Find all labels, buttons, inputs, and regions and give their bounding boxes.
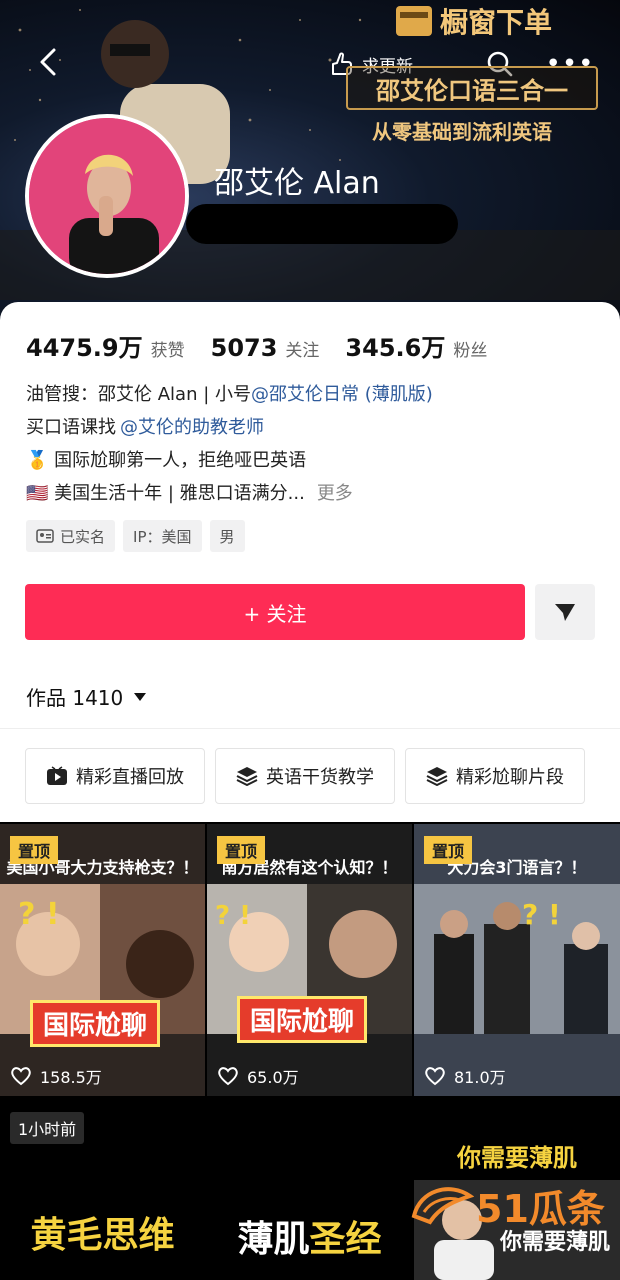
avatar[interactable] (25, 114, 189, 278)
video-5-cover-text-b: 圣经 (309, 1219, 382, 1260)
stat-following[interactable]: 5073 关注 (211, 334, 320, 362)
video-2-cover-text: 国际尬聊 (237, 996, 368, 1043)
display-name: 邵艾伦 Alan (214, 166, 380, 201)
video-2-likes: 65.0万 (217, 1064, 299, 1088)
bio-line-4: 🇺🇸 美国生活十年 | 雅思口语满分... 更多 (26, 477, 596, 510)
tag-verified[interactable]: 已实名 (26, 520, 116, 552)
stat-followers-label: 粉丝 (453, 341, 488, 361)
heart-icon (11, 1067, 31, 1086)
collection-chips: 精彩直播回放 英语干货教学 精彩尬聊片段 (25, 748, 585, 804)
svg-text:? !: ? ! (215, 901, 251, 931)
pinned-badge: 置顶 (10, 836, 59, 864)
video-tile-3[interactable]: ? ! 置顶 大力会3门语言？！ 81.0万 (414, 824, 620, 1096)
divider (0, 728, 620, 729)
collection-live-replay-label: 精彩直播回放 (76, 767, 184, 788)
pinned-badge: 置顶 (424, 836, 473, 864)
heart-icon (425, 1067, 445, 1086)
bio-line-4-text: 🇺🇸 美国生活十年 | 雅思口语满分... (26, 483, 305, 504)
svg-text:? !: ? ! (522, 898, 561, 931)
tv-play-icon (47, 766, 67, 785)
collection-chat-clips-label: 精彩尬聊片段 (456, 767, 564, 788)
bio-assistant-link[interactable]: @艾伦的助教老师 (120, 411, 264, 444)
tag-verified-label: 已实名 (60, 527, 106, 546)
video-1-cover-text: 国际尬聊 (30, 1000, 161, 1047)
stat-following-value: 5073 (210, 334, 278, 362)
layers-icon (236, 767, 258, 786)
id-card-icon (36, 529, 54, 543)
profile-banner: 橱窗下单 求更新 ••• 邵艾伦口语三合一 从零基础到流利英语 邵艾伦 Alan (0, 0, 620, 330)
stat-likes[interactable]: 4475.9万 获赞 (26, 328, 185, 363)
bio-alt-account-link[interactable]: @邵艾伦日常 (薄肌版) (251, 378, 433, 411)
collection-english-tips-label: 英语干货教学 (266, 767, 374, 788)
layers-icon (426, 767, 448, 786)
stat-followers[interactable]: 345.6万 粉丝 (345, 328, 487, 363)
video-3-likes: 81.0万 (424, 1064, 506, 1088)
works-label: 作品 1410 (26, 686, 124, 710)
chevron-left-icon (40, 48, 56, 76)
bio-more-link[interactable]: 更多 (317, 477, 353, 510)
back-button[interactable] (28, 42, 68, 82)
course-banner-title: 邵艾伦口语三合一 (346, 66, 598, 110)
works-selector[interactable]: 作品 1410 (26, 682, 147, 711)
video-tile-1[interactable]: ? ! 置顶 美国小哥大力支持枪支？！ 国际尬聊 158.5万 (0, 824, 205, 1096)
follow-button[interactable]: + 关注 (25, 584, 525, 640)
collection-chat-clips[interactable]: 精彩尬聊片段 (405, 748, 585, 804)
video-2-likes-count: 65.0万 (247, 1068, 299, 1087)
profile-card: 4475.9万 获赞 5073 关注 345.6万 粉丝 油管搜：邵艾伦 Ala… (0, 302, 620, 822)
heart-icon (218, 1067, 238, 1086)
pinned-badge: 置顶 (217, 836, 266, 864)
video-5-cover-text-a: 薄肌 (237, 1219, 310, 1260)
shop-icon (396, 6, 432, 36)
stat-followers-value: 345.6万 (345, 334, 446, 362)
video-1-likes: 158.5万 (10, 1064, 102, 1088)
avatar-person (29, 118, 185, 274)
bio-line-2: 买口语课找 @艾伦的助教老师 (26, 411, 596, 444)
course-banner-subtitle: 从零基础到流利英语 (372, 120, 552, 144)
profile-bio: 油管搜：邵艾伦 Alan | 小号 @邵艾伦日常 (薄肌版) 买口语课找 @艾伦… (26, 378, 596, 510)
svg-text:? !: ? ! (18, 897, 60, 932)
shop-label: 橱窗下单 (440, 6, 553, 39)
bio-line-3: 🥇 国际尬聊第一人，拒绝哑巴英语 (26, 450, 307, 471)
collection-english-tips[interactable]: 英语干货教学 (215, 748, 395, 804)
bio-line-1: 油管搜：邵艾伦 Alan | 小号 @邵艾伦日常 (薄肌版) (26, 378, 596, 411)
profile-tags: 已实名 IP：美国 男 (26, 520, 245, 552)
video-tile-5[interactable]: 薄肌圣经 (207, 1098, 412, 1280)
watermark-text: 51瓜条 (476, 1187, 605, 1231)
video-4-cover-text: 黄毛思维 (30, 1215, 175, 1256)
watermark: 51瓜条 (410, 1170, 620, 1250)
tag-gender: 男 (209, 520, 245, 552)
tag-ip: IP：美国 (123, 520, 202, 552)
send-icon (555, 604, 575, 621)
video-6-title: 你需要薄肌 (457, 1144, 577, 1172)
collection-live-replay[interactable]: 精彩直播回放 (25, 748, 205, 804)
shop-window-badge[interactable]: 橱窗下单 (396, 4, 596, 39)
posted-time-badge: 1小时前 (10, 1112, 85, 1144)
stat-following-label: 关注 (285, 341, 320, 361)
caret-down-icon (134, 692, 147, 701)
stat-likes-value: 4475.9万 (26, 334, 143, 362)
watermark-logo-icon (411, 1187, 474, 1225)
profile-stats: 4475.9万 获赞 5073 关注 345.6万 粉丝 (26, 328, 513, 363)
video-tile-2[interactable]: ? ! 置顶 南方居然有这个认知？！ 国际尬聊 65.0万 (207, 824, 412, 1096)
video-5-cover-text: 薄肌圣经 (207, 1210, 412, 1262)
bio-line-1-text: 油管搜：邵艾伦 Alan | 小号 (26, 384, 251, 405)
video-3-likes-count: 81.0万 (454, 1068, 506, 1087)
video-1-likes-count: 158.5万 (40, 1068, 102, 1087)
share-button[interactable] (535, 584, 595, 640)
stat-likes-label: 获赞 (150, 341, 185, 361)
bio-line-2-text: 买口语课找 (26, 417, 116, 438)
video-tile-4[interactable]: 1小时前 黄毛思维 (0, 1098, 205, 1280)
redacted-handle (186, 204, 458, 244)
